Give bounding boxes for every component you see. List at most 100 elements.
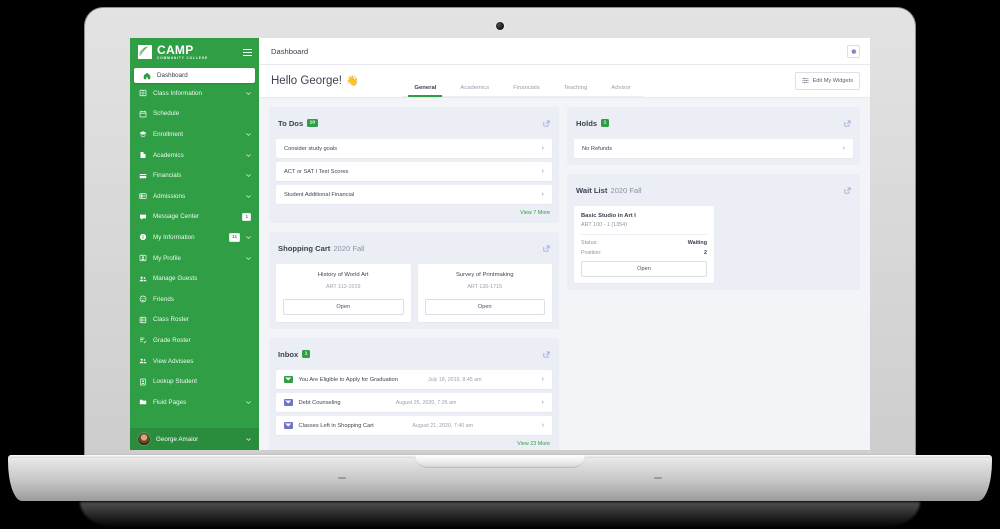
inbox-title-text: Inbox: [278, 349, 299, 359]
sidebar-item-label: Manage Guests: [153, 275, 198, 283]
todo-item-label: Consider study goals: [284, 145, 338, 152]
wait-list-open-button[interactable]: Open: [581, 260, 707, 277]
sidebar-item-manage-guests[interactable]: Manage Guests: [130, 268, 259, 289]
sidebar-item-message-center[interactable]: Message Center 1: [130, 207, 259, 228]
edit-my-widgets-button[interactable]: Edit My Widgets: [794, 72, 860, 90]
inbox-message-date: July 18, 2019, 8:45 am: [427, 376, 482, 383]
holds-list: No Refunds ›: [574, 139, 853, 158]
sidebar-item-lookup-student[interactable]: Lookup Student: [130, 371, 259, 392]
inbox-message-row[interactable]: Classes Left in Shopping Cart August 21, …: [276, 416, 552, 435]
course-name: History of World Art: [317, 272, 369, 278]
wait-list-term: 2020 Fall: [610, 185, 642, 195]
shopping-cart-course-tile: History of World Art ART 112-1019 Open: [276, 264, 411, 322]
inbox-message-row[interactable]: Debt Counseling August 25, 2020, 7:26 am ›: [276, 393, 552, 412]
inbox-count-badge: 1: [302, 349, 310, 358]
sidebar-item-label: My Profile: [153, 254, 182, 262]
sidebar-item-label: Fluid Pages: [153, 398, 187, 406]
sidebar-item-view-advisees[interactable]: View Advisees: [130, 351, 259, 372]
chevron-down-icon: [246, 436, 251, 443]
sidebar-item-badge: 11: [229, 233, 240, 242]
dashboard-tabs: General Academics Financials Teaching Adviso…: [402, 65, 643, 97]
envelope-icon: [284, 422, 293, 429]
tab-academics[interactable]: Academics: [448, 85, 501, 96]
sidebar-item-label: View Advisees: [153, 357, 194, 365]
id-card-icon: [139, 192, 147, 200]
wait-list-course-code: ART 100 - 1 (1354): [581, 222, 627, 228]
chevron-down-icon: [246, 131, 251, 138]
chevron-right-icon: ›: [842, 145, 845, 152]
todo-item[interactable]: ACT or SAT I Test Scores ›: [276, 162, 552, 181]
inbox-message-row[interactable]: You Are Eligible to Apply for Graduation…: [276, 370, 552, 389]
wait-list-position-label: Position:: [581, 249, 602, 256]
wait-list-title-text: Wait List: [576, 185, 608, 195]
wait-list-header: Wait List 2020 Fall: [574, 181, 853, 206]
sidebar-item-friends[interactable]: Friends: [130, 289, 259, 310]
sidebar-item-class-information[interactable]: Class Information: [130, 83, 259, 104]
roster-icon: [139, 316, 147, 324]
sidebar-item-admissions[interactable]: Admissions: [130, 186, 259, 207]
sidebar-item-label: Enrollment: [153, 130, 184, 138]
cap-icon: [139, 130, 147, 138]
chat-icon: [139, 213, 147, 221]
external-link-icon[interactable]: [543, 345, 550, 363]
holds-title-text: Holds: [576, 118, 598, 128]
sidebar-item-financials[interactable]: Financials: [130, 165, 259, 186]
main-area: Dashboard Hello George! 👋 General Academ…: [259, 38, 870, 450]
tab-teaching[interactable]: Teaching: [552, 85, 600, 96]
sub-header: Hello George! 👋 General Academics Financia…: [259, 65, 870, 98]
topbar: Dashboard: [259, 38, 870, 65]
todo-item[interactable]: Student Additional Financial ›: [276, 185, 552, 204]
laptop-lid: CAMP COMMUNITY COLLEGE Dashboard Class In…: [85, 8, 915, 463]
course-name: Survey of Printmaking: [455, 272, 514, 278]
sidebar-item-badge: 1: [242, 212, 251, 222]
sidebar-item-schedule[interactable]: Schedule: [130, 104, 259, 125]
envelope-icon: [284, 376, 293, 383]
todos-view-more[interactable]: View 7 More: [276, 204, 552, 216]
gear-icon[interactable]: [847, 44, 860, 58]
page-title: Dashboard: [271, 46, 309, 56]
external-link-icon[interactable]: [543, 114, 550, 132]
todos-card: To Dos 10 Consider study goals › ACT or SAT…: [269, 107, 559, 223]
external-link-icon[interactable]: [844, 114, 851, 132]
shopping-cart-card: Shopping Cart 2020 Fall History of World …: [269, 232, 559, 329]
chevron-right-icon: ›: [541, 145, 544, 152]
shopping-cart-term: 2020 Fall: [333, 243, 365, 253]
hamburger-icon[interactable]: [243, 48, 252, 56]
sidebar-item-enrollment[interactable]: Enrollment: [130, 124, 259, 145]
inbox-view-more[interactable]: View 23 More: [276, 435, 552, 447]
brand-name: CAMP: [157, 42, 194, 57]
course-open-button[interactable]: Open: [283, 299, 404, 315]
sidebar-item-dashboard[interactable]: Dashboard: [134, 68, 255, 83]
tab-advisor[interactable]: Advisor: [599, 85, 643, 96]
hold-item[interactable]: No Refunds ›: [574, 139, 853, 158]
grade-icon: [139, 336, 147, 344]
tab-general[interactable]: General: [402, 85, 448, 97]
tab-financials[interactable]: Financials: [501, 85, 552, 96]
sidebar-item-label: Class Information: [153, 89, 202, 97]
todo-item[interactable]: Consider study goals ›: [276, 139, 552, 158]
sidebar-item-class-roster[interactable]: Class Roster: [130, 310, 259, 331]
sidebar-item-my-information[interactable]: My Information 11: [130, 227, 259, 248]
course-open-button[interactable]: Open: [424, 299, 545, 315]
sidebar-item-label: Grade Roster: [153, 336, 191, 344]
sidebar-item-fluid-pages[interactable]: Fluid Pages: [130, 392, 259, 413]
sidebar-item-my-profile[interactable]: My Profile: [130, 248, 259, 269]
external-link-icon[interactable]: [844, 181, 851, 199]
todo-item-label: ACT or SAT I Test Scores: [284, 168, 349, 175]
chevron-right-icon: ›: [541, 168, 544, 175]
holds-count-badge: 1: [601, 118, 609, 127]
sidebar-item-academics[interactable]: Academics: [130, 145, 259, 166]
external-link-icon[interactable]: [543, 239, 550, 257]
sidebar-user[interactable]: George Amaior: [130, 428, 259, 450]
greeting-text: Hello George!: [271, 75, 342, 87]
holds-title: Holds 1: [576, 119, 609, 128]
sidebar-item-grade-roster[interactable]: Grade Roster: [130, 330, 259, 351]
sidebar-item-label: Message Center: [153, 213, 200, 221]
chevron-down-icon: [246, 152, 251, 159]
folder-icon: [139, 398, 147, 406]
laptop-reflection: [80, 502, 920, 528]
chevron-down-icon: [246, 399, 251, 406]
shopping-cart-course-tile: Survey of Printmaking ART 130-1715 Open: [417, 264, 552, 322]
wait-list-status-value: Waiting: [687, 240, 707, 246]
chevron-right-icon: ›: [541, 399, 544, 406]
